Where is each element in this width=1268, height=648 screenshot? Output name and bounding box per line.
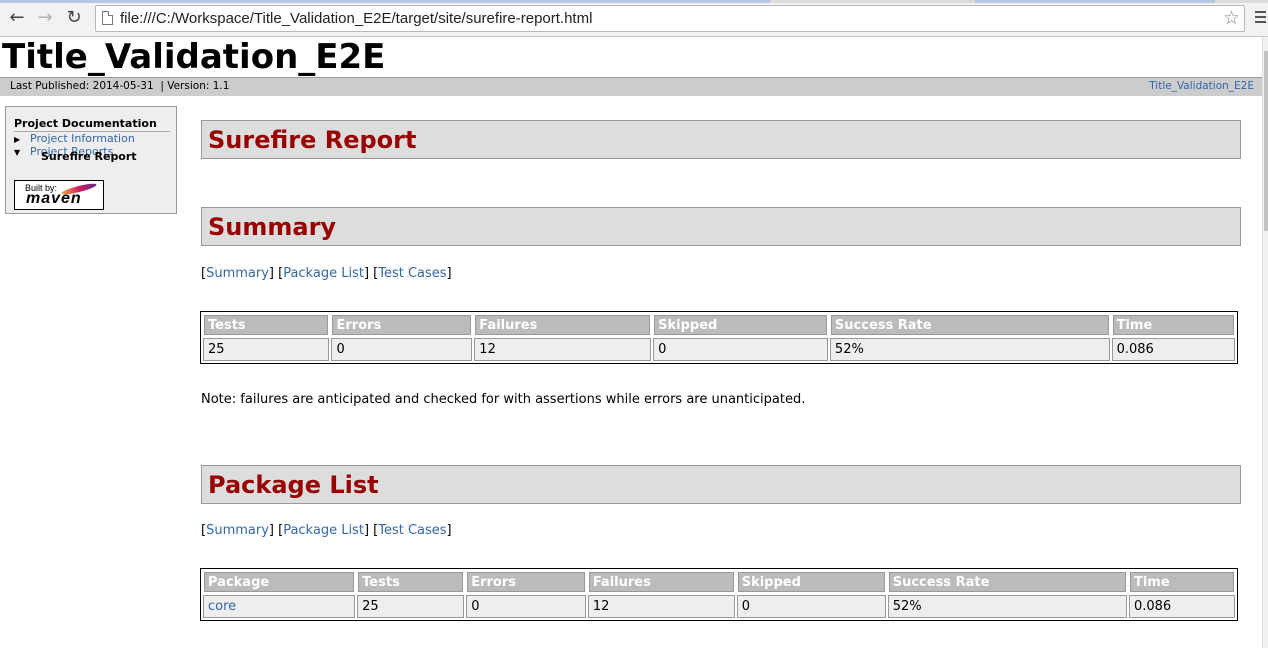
last-published: Last Published: 2014-05-31 — [10, 80, 154, 92]
column-header: Package — [203, 571, 356, 593]
nav-heading: Project Documentation — [14, 117, 170, 132]
page-scrollbar[interactable] — [1262, 37, 1268, 648]
column-header: Skipped — [653, 314, 828, 336]
breadcrumb-bar: Last Published: 2014-05-31 | Version: 1.… — [0, 77, 1262, 96]
table-cell: 0.086 — [1111, 338, 1235, 361]
nav-item-project-information[interactable]: ▶ Project Information — [14, 132, 135, 145]
table-row: core 25 0 12 0 52% 0.086 — [203, 595, 1235, 618]
test-cases-link[interactable]: Test Cases — [378, 523, 446, 538]
expanded-arrow-icon: ▼ — [14, 148, 21, 157]
table-cell: 25 — [203, 338, 330, 361]
summary-link[interactable]: Summary — [206, 523, 269, 538]
table-header-row: Package Tests Errors Failures Skipped Su… — [203, 571, 1235, 593]
site-title: Title_Validation_E2E — [2, 37, 386, 77]
column-header: Skipped — [736, 571, 886, 593]
summary-heading: Summary — [208, 213, 337, 241]
scrollbar-thumb[interactable] — [1264, 51, 1268, 231]
nav-item-label[interactable]: Project Information — [30, 132, 135, 145]
table-cell: 0 — [466, 595, 586, 618]
address-url[interactable]: file:///C:/Workspace/Title_Validation_E2… — [120, 10, 592, 27]
bookmark-star-icon[interactable]: ☆ — [1223, 7, 1240, 29]
failures-note: Note: failures are anticipated and check… — [201, 392, 806, 407]
table-cell: 12 — [474, 338, 652, 361]
package-list-link[interactable]: Package List — [283, 266, 364, 281]
table-cell: 0.086 — [1128, 595, 1235, 618]
report-title-section: Surefire Report — [201, 120, 1241, 159]
summary-table: Tests Errors Failures Skipped Success Ra… — [200, 311, 1238, 364]
column-header: Tests — [203, 314, 330, 336]
menu-icon[interactable] — [1255, 11, 1266, 26]
tab-strip — [0, 0, 1268, 3]
report-title: Surefire Report — [208, 126, 417, 154]
table-cell: 25 — [357, 595, 465, 618]
column-header: Time — [1128, 571, 1235, 593]
table-cell: 12 — [587, 595, 735, 618]
column-header: Success Rate — [887, 571, 1127, 593]
column-header: Tests — [357, 571, 465, 593]
back-icon[interactable]: ← — [7, 8, 27, 28]
table-cell: 0 — [653, 338, 828, 361]
forward-icon[interactable]: → — [35, 8, 55, 28]
test-cases-link[interactable]: Test Cases — [378, 266, 446, 281]
column-header: Failures — [587, 571, 735, 593]
column-header: Failures — [474, 314, 652, 336]
summary-link[interactable]: Summary — [206, 266, 269, 281]
built-by-maven-logo[interactable]: Built by: maven — [14, 180, 104, 210]
package-core-link[interactable]: core — [208, 599, 236, 614]
package-table: Package Tests Errors Failures Skipped Su… — [200, 568, 1238, 621]
package-list-section: Package List — [201, 465, 1241, 504]
table-cell: 52% — [829, 338, 1110, 361]
table-cell: 0 — [331, 338, 473, 361]
page-icon — [102, 11, 113, 25]
reload-icon[interactable]: ↻ — [64, 8, 84, 28]
version: | Version: 1.1 — [160, 80, 230, 92]
nav-item-surefire-report: Surefire Report — [41, 150, 137, 163]
column-header: Errors — [331, 314, 473, 336]
package-section-links: [Summary] [Package List] [Test Cases] — [201, 523, 452, 538]
column-header: Success Rate — [829, 314, 1110, 336]
browser-toolbar: ← → ↻ file:///C:/Workspace/Title_Validat… — [0, 0, 1268, 37]
summary-section-links: [Summary] [Package List] [Test Cases] — [201, 266, 452, 281]
table-row: 25 0 12 0 52% 0.086 — [203, 338, 1235, 361]
collapsed-arrow-icon: ▶ — [14, 135, 21, 144]
breadcrumb-project-link[interactable]: Title_Validation_E2E — [1149, 78, 1254, 95]
package-list-link[interactable]: Package List — [283, 523, 364, 538]
table-cell: 52% — [887, 595, 1127, 618]
table-header-row: Tests Errors Failures Skipped Success Ra… — [203, 314, 1235, 336]
table-cell: 0 — [736, 595, 886, 618]
column-header: Errors — [466, 571, 586, 593]
package-list-heading: Package List — [208, 471, 379, 499]
summary-section: Summary — [201, 207, 1241, 246]
column-header: Time — [1111, 314, 1235, 336]
table-cell: core — [203, 595, 356, 618]
address-bar[interactable]: file:///C:/Workspace/Title_Validation_E2… — [95, 5, 1245, 32]
publish-info: Last Published: 2014-05-31 | Version: 1.… — [10, 78, 229, 95]
